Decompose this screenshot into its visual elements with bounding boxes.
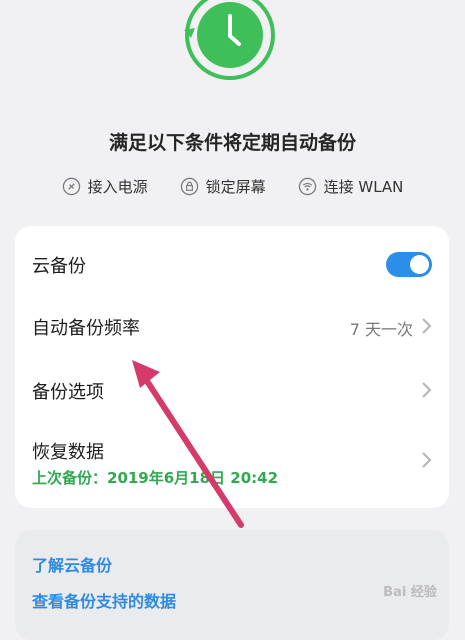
baidu-watermark: Bai 经验	[383, 585, 437, 600]
condition-label: 锁定屏幕	[205, 177, 266, 196]
condition-wlan: 连接 WLAN	[298, 176, 404, 197]
toggle-knob	[410, 255, 429, 274]
settings-card: 云备份 自动备份频率 7 天一次 备份选项 恢复数据 上次备份：2019年6月1…	[15, 226, 449, 508]
cloud-backup-toggle[interactable]	[386, 252, 432, 277]
plug-icon	[62, 177, 80, 195]
chevron-right-icon	[422, 318, 432, 334]
condition-lock: 锁定屏幕	[180, 176, 266, 197]
backup-options-label: 备份选项	[32, 382, 104, 403]
lock-icon	[180, 177, 198, 195]
restore-data-row[interactable]: 恢复数据 上次备份：2019年6月18日 20:42	[15, 426, 449, 502]
backup-frequency-row[interactable]: 自动备份频率 7 天一次	[15, 302, 449, 352]
last-backup-time: 上次备份：2019年6月18日 20:42	[32, 469, 279, 487]
backup-conditions: 接入电源 锁定屏幕 连接 WLAN	[0, 172, 465, 200]
backup-frequency-value: 7 天一次	[349, 320, 413, 339]
backup-clock-icon	[184, 0, 275, 80]
chevron-right-icon	[422, 452, 432, 468]
condition-power: 接入电源	[62, 176, 148, 197]
auto-backup-headline: 满足以下条件将定期自动备份	[108, 132, 356, 154]
learn-cloud-backup-link[interactable]: 了解云备份	[32, 552, 112, 576]
condition-label: 连接 WLAN	[323, 177, 404, 196]
wifi-icon	[298, 177, 316, 195]
cloud-backup-label: 云备份	[32, 256, 86, 277]
condition-label: 接入电源	[87, 177, 148, 196]
view-supported-data-link[interactable]: 查看备份支持的数据	[32, 588, 176, 612]
cloud-backup-row[interactable]: 云备份	[15, 226, 449, 302]
chevron-right-icon	[422, 382, 432, 398]
backup-frequency-label: 自动备份频率	[32, 318, 140, 339]
restore-data-label: 恢复数据	[32, 442, 104, 463]
backup-options-row[interactable]: 备份选项	[15, 366, 449, 416]
